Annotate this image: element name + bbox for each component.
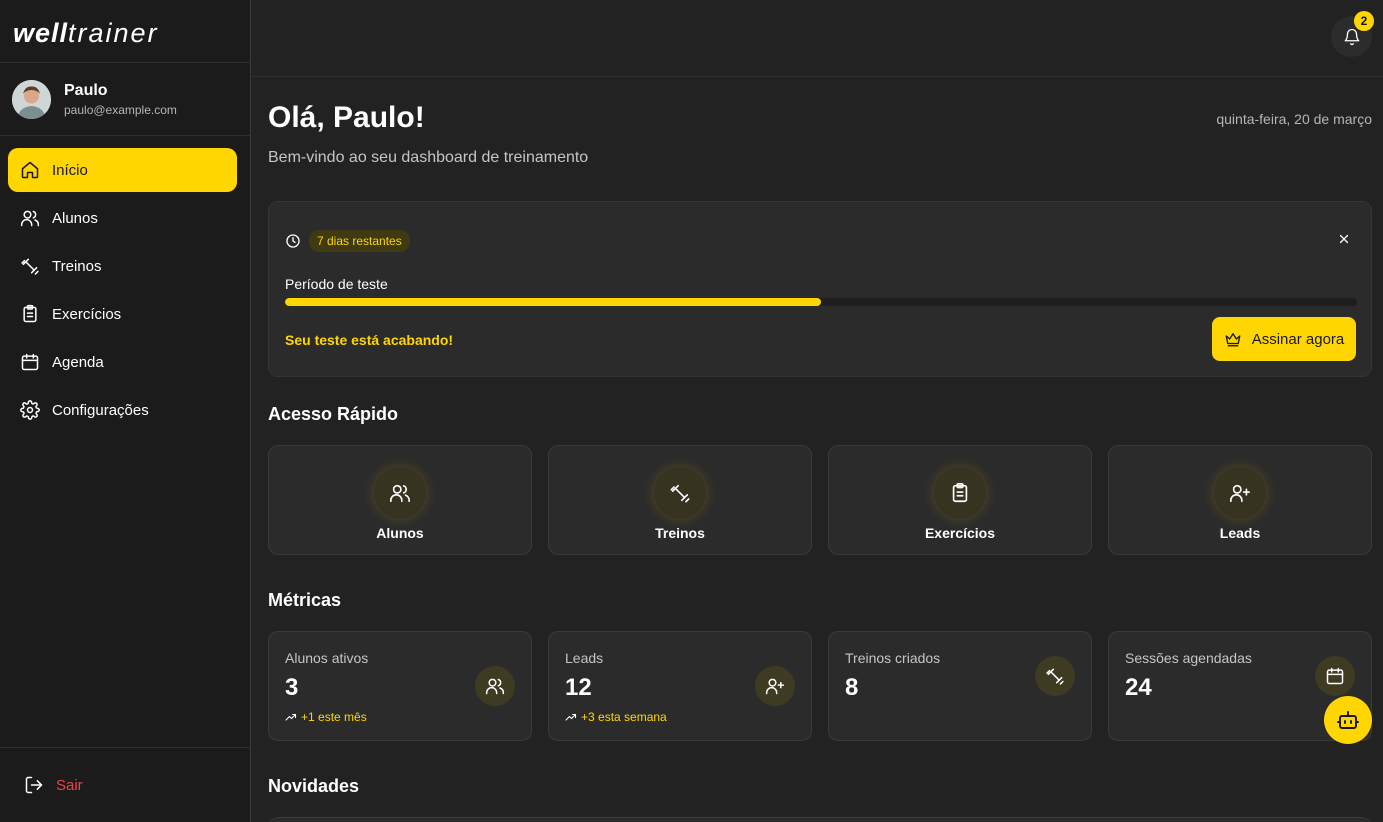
quick-access-grid: Alunos Treinos Exercícios Leads [268, 445, 1372, 555]
metric-value: 24 [1125, 674, 1152, 701]
quick-access-alunos[interactable]: Alunos [268, 445, 532, 555]
avatar [12, 79, 51, 119]
metric-card-treinos-criados: Treinos criados 8 [828, 631, 1092, 741]
metric-trend-text: +1 este mês [301, 710, 367, 724]
sidebar-item-label: Exercícios [52, 305, 122, 323]
logout-label: Sair [56, 776, 83, 794]
sidebar-item-inicio[interactable]: Início [8, 148, 237, 192]
logout-button[interactable]: Sair [0, 747, 250, 822]
trial-progress-fill [285, 298, 821, 306]
sidebar-item-label: Treinos [52, 257, 102, 275]
metric-label: Leads [565, 650, 604, 666]
close-icon[interactable] [1337, 232, 1351, 246]
brand-logo-light: trainer [68, 18, 159, 48]
trial-days-badge: 7 dias restantes [309, 230, 410, 252]
users-icon [475, 666, 515, 706]
brand-logo-bold: well [13, 18, 69, 48]
metric-card-alunos-ativos: Alunos ativos 3 +1 este mês [268, 631, 532, 741]
sidebar-item-agenda[interactable]: Agenda [8, 340, 237, 384]
sidebar-item-exercicios[interactable]: Exercícios [8, 292, 237, 336]
quick-access-label: Treinos [655, 525, 705, 541]
user-plus-icon [1214, 467, 1266, 519]
gear-icon [20, 400, 40, 420]
subscribe-label: Assinar agora [1251, 330, 1345, 348]
quick-access-leads[interactable]: Leads [1108, 445, 1372, 555]
topbar: 2 [252, 0, 1383, 77]
sidebar-item-label: Configurações [52, 401, 149, 419]
dumbbell-icon [654, 467, 706, 519]
sidebar: welltrainer Paulo paulo@example.com Iníc… [0, 0, 251, 822]
home-icon [20, 160, 40, 180]
sidebar-item-alunos[interactable]: Alunos [8, 196, 237, 240]
bell-icon [1343, 28, 1361, 46]
metric-value: 3 [285, 674, 299, 701]
metric-value: 12 [565, 674, 592, 701]
metrics-title: Métricas [268, 590, 342, 610]
logout-icon [24, 775, 44, 795]
trial-warning: Seu teste está acabando! [285, 332, 454, 348]
metrics-grid: Alunos ativos 3 +1 este mês Leads 12 +3 … [268, 631, 1372, 741]
calendar-icon [20, 352, 40, 372]
sidebar-item-label: Início [52, 161, 88, 179]
notification-count-badge: 2 [1354, 11, 1374, 31]
crown-icon [1224, 330, 1242, 348]
metric-label: Treinos criados [845, 650, 941, 666]
page-subtitle: Bem-vindo ao seu dashboard de treinament… [268, 149, 589, 166]
quick-access-label: Leads [1219, 525, 1261, 541]
calendar-icon [1315, 656, 1355, 696]
dumbbell-icon [1035, 656, 1075, 696]
metric-trend-text: +3 esta semana [581, 710, 667, 724]
page-title: Olá, Paulo! [268, 101, 425, 134]
trial-banner: 7 dias restantes Período de teste Seu te… [268, 201, 1372, 377]
metric-label: Sessões agendadas [1125, 650, 1252, 666]
user-profile[interactable]: Paulo paulo@example.com [0, 63, 250, 136]
clipboard-list-icon [20, 304, 40, 324]
user-name: Paulo [64, 81, 108, 99]
dumbbell-icon [20, 256, 40, 276]
trial-period-label: Período de teste [285, 276, 388, 292]
clipboard-list-icon [934, 467, 986, 519]
subscribe-button[interactable]: Assinar agora [1212, 317, 1356, 361]
users-icon [20, 208, 40, 228]
sidebar-item-treinos[interactable]: Treinos [8, 244, 237, 288]
sidebar-nav: Início Alunos Treinos Exercícios Agenda [0, 136, 250, 432]
quick-access-title: Acesso Rápido [268, 404, 399, 424]
trending-up-icon [285, 711, 297, 723]
metric-card-leads: Leads 12 +3 esta semana [548, 631, 812, 741]
news-title: Novidades [268, 776, 360, 796]
quick-access-label: Exercícios [924, 525, 996, 541]
quick-access-treinos[interactable]: Treinos [548, 445, 812, 555]
sidebar-item-label: Alunos [52, 209, 98, 227]
sidebar-item-label: Agenda [52, 353, 104, 371]
metric-label: Alunos ativos [285, 650, 369, 666]
metric-value: 8 [845, 674, 859, 701]
current-date: quinta-feira, 20 de março [1216, 111, 1372, 127]
brand-logo[interactable]: welltrainer [0, 0, 250, 63]
metric-trend: +1 este mês [285, 710, 367, 724]
news-card [268, 817, 1372, 822]
sidebar-item-configuracoes[interactable]: Configurações [8, 388, 237, 432]
user-email: paulo@example.com [64, 102, 177, 117]
quick-access-label: Alunos [376, 525, 424, 541]
assistant-bot-button[interactable] [1324, 696, 1372, 744]
trial-progress-bar [285, 298, 1357, 306]
user-plus-icon [755, 666, 795, 706]
clock-icon [285, 233, 301, 249]
notifications-button[interactable]: 2 [1331, 11, 1374, 57]
bot-icon [1336, 708, 1360, 732]
quick-access-exercicios[interactable]: Exercícios [828, 445, 1092, 555]
trending-up-icon [565, 711, 577, 723]
users-icon [374, 467, 426, 519]
metric-trend: +3 esta semana [565, 710, 667, 724]
